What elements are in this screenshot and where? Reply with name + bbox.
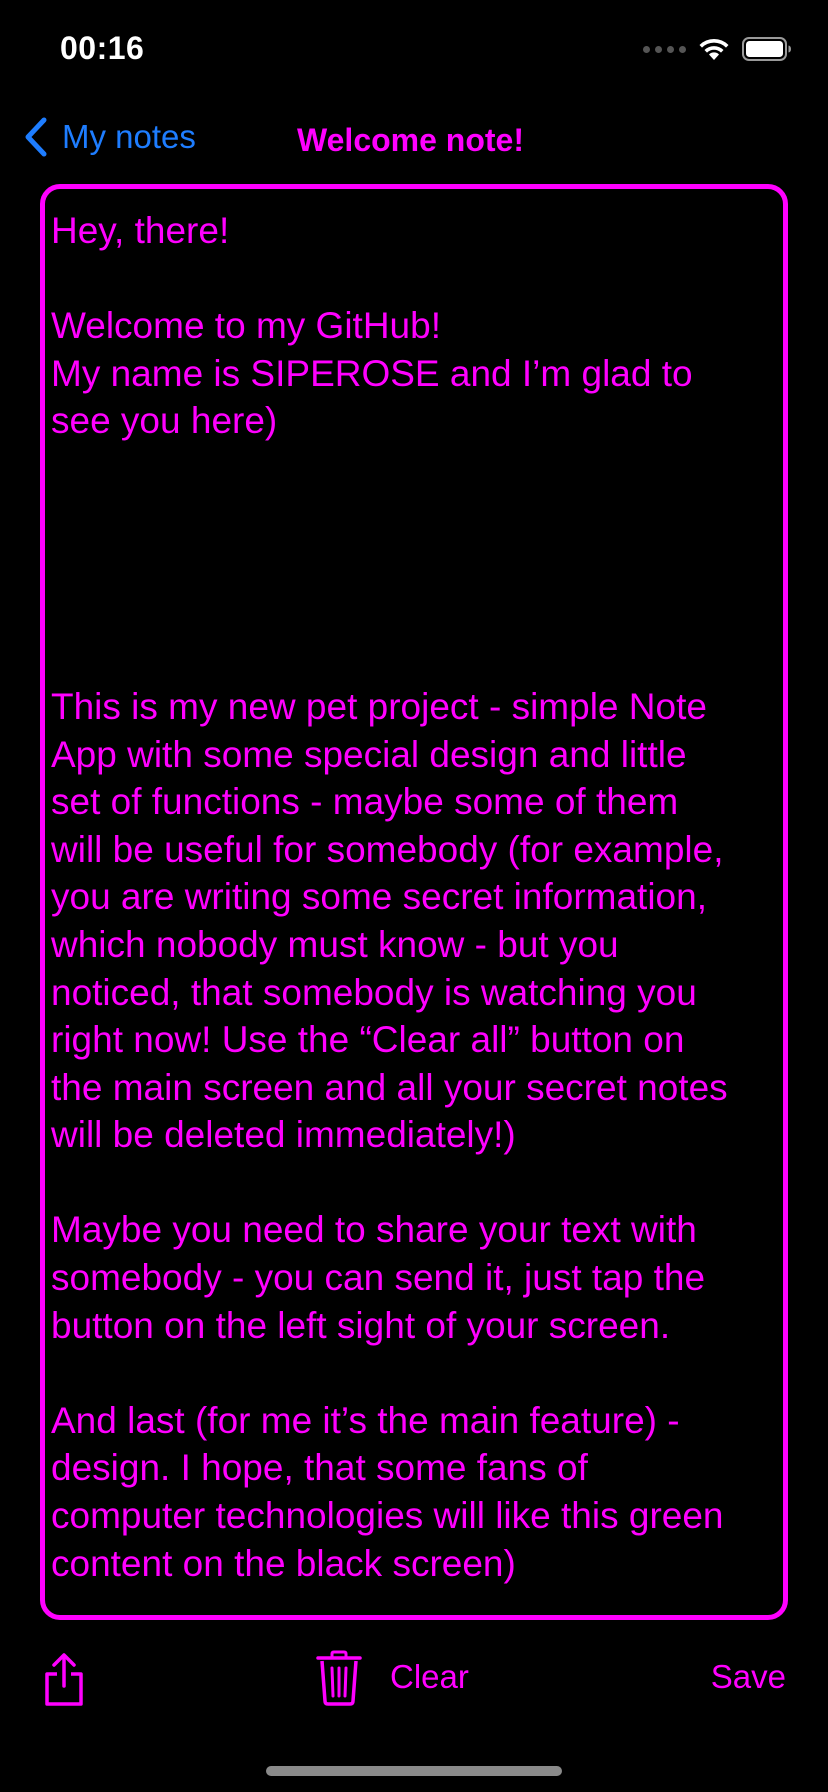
status-bar: 00:16	[0, 0, 828, 100]
share-icon[interactable]	[42, 1652, 86, 1708]
status-indicators	[643, 36, 792, 62]
battery-icon	[742, 37, 791, 61]
cellular-signal-icon	[643, 45, 686, 53]
trash-icon[interactable]	[316, 1650, 362, 1706]
bottom-toolbar: Clear Save	[0, 1630, 828, 1730]
navigation-bar: My notes Welcome note!	[0, 105, 828, 175]
page-title: Welcome note!	[297, 122, 524, 158]
home-indicator[interactable]	[266, 1766, 562, 1776]
note-body-text[interactable]: Hey, there! Welcome to my GitHub! My nam…	[51, 207, 779, 1587]
clear-button[interactable]: Clear	[390, 1658, 469, 1696]
wifi-icon	[699, 38, 729, 60]
back-button-label: My notes	[62, 118, 196, 155]
back-button[interactable]: My notes	[24, 117, 196, 157]
chevron-left-icon	[25, 117, 47, 157]
save-button[interactable]: Save	[711, 1658, 786, 1696]
note-text-editor[interactable]: Hey, there! Welcome to my GitHub! My nam…	[40, 184, 788, 1620]
status-time: 00:16	[60, 30, 145, 66]
